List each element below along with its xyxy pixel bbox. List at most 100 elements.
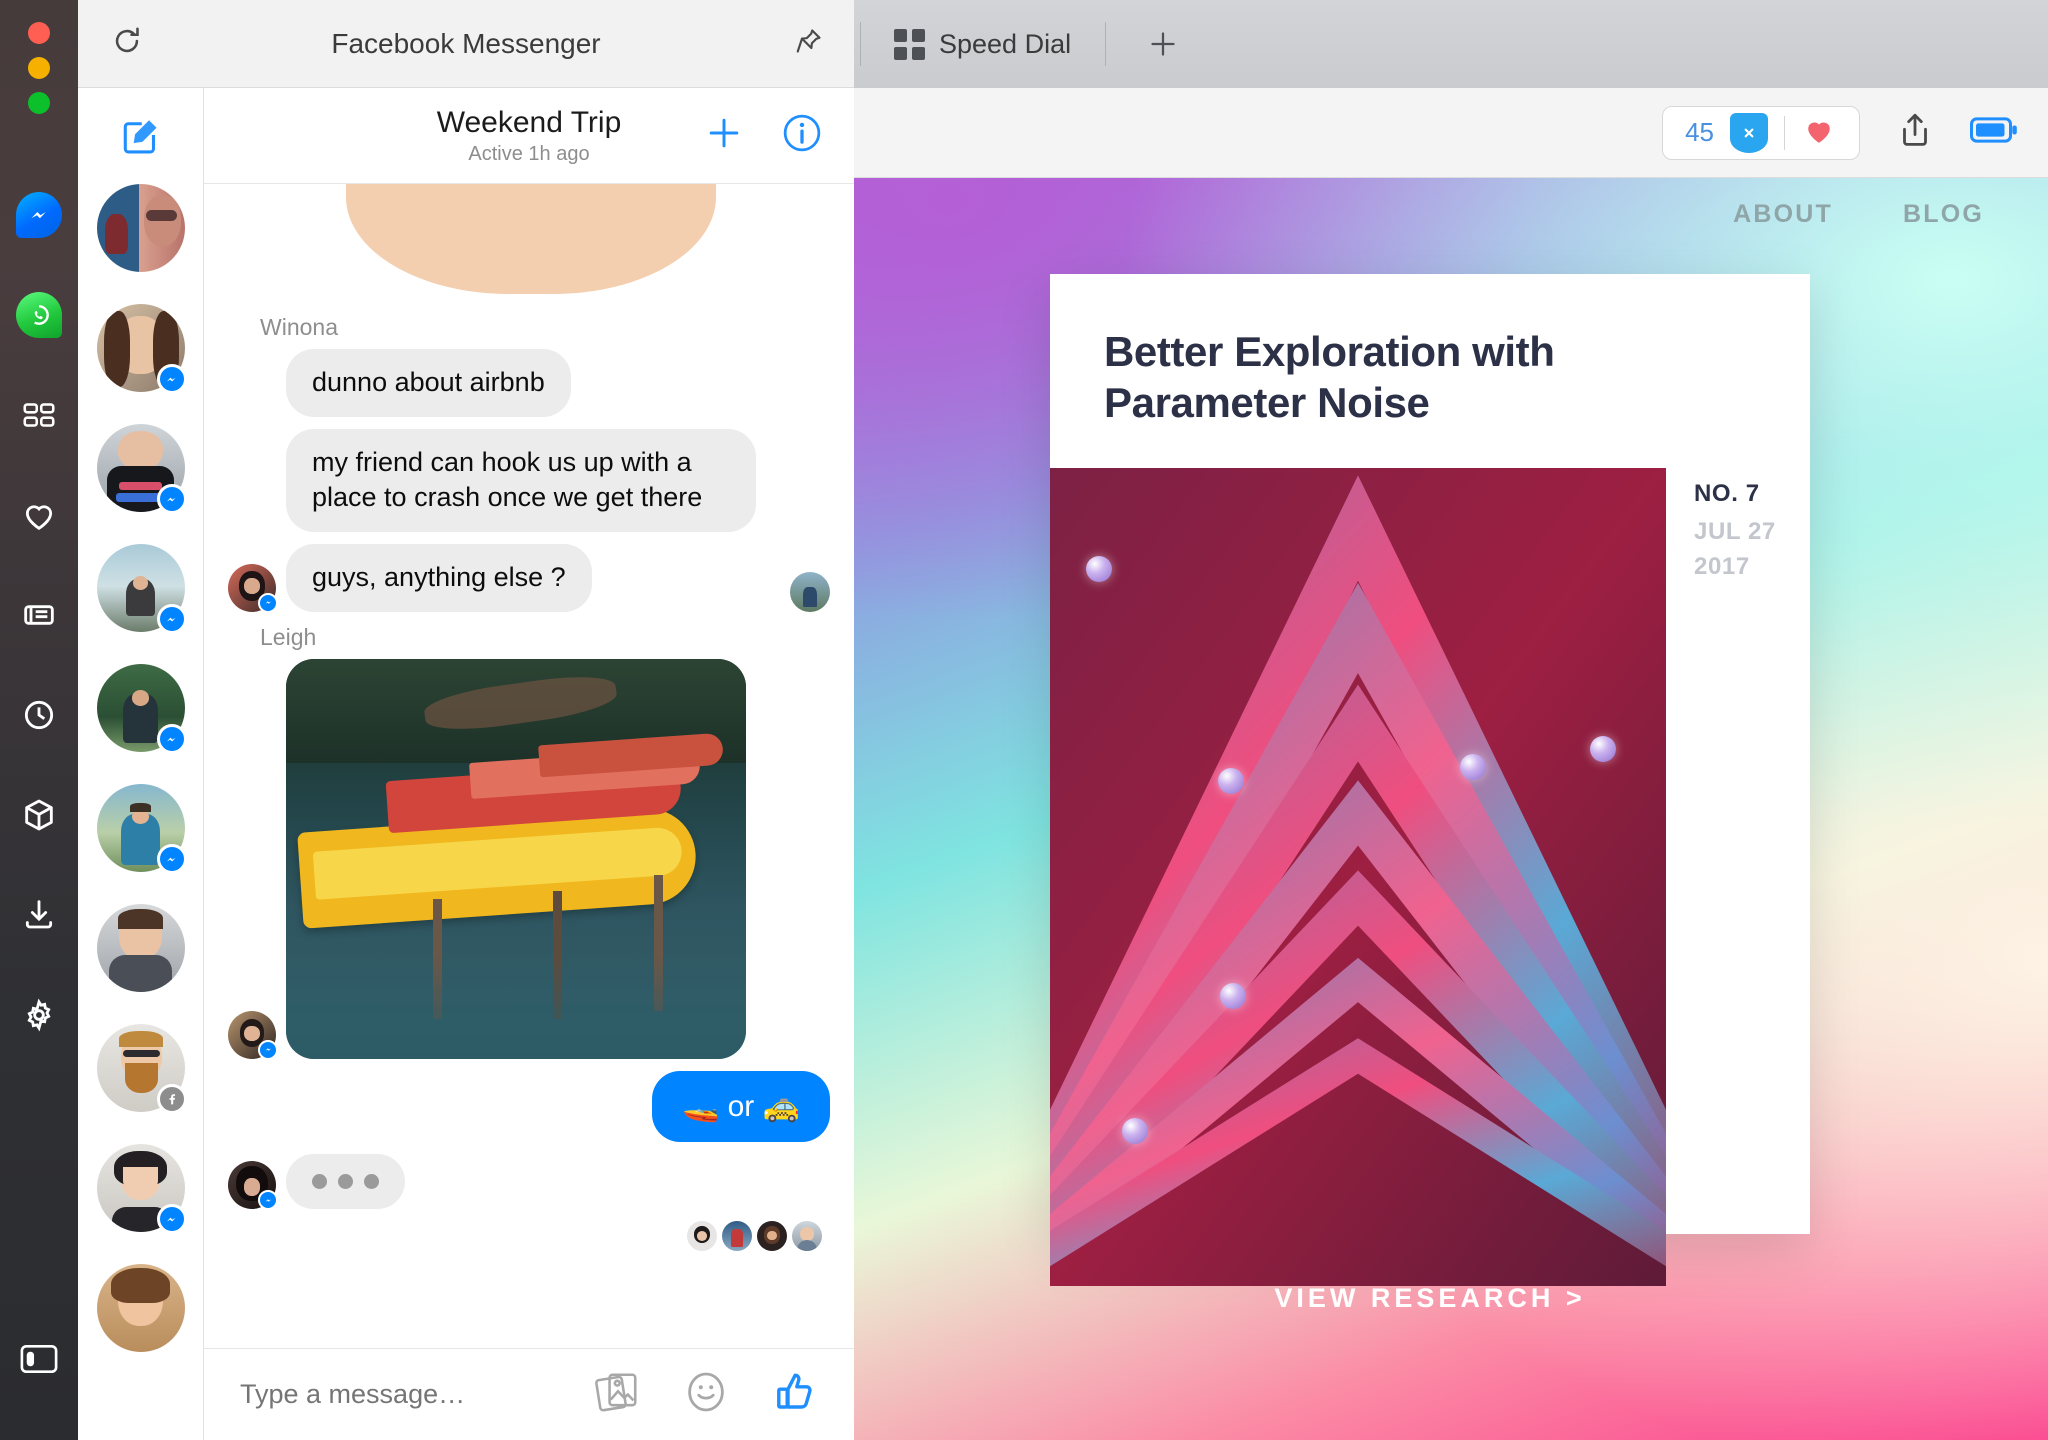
avatar bbox=[790, 571, 830, 612]
send-like-button[interactable] bbox=[770, 1368, 818, 1421]
message-row: guys, anything else ? bbox=[228, 543, 830, 613]
sidebar-item-messenger[interactable] bbox=[0, 176, 78, 254]
list-item[interactable] bbox=[96, 784, 187, 874]
list-item[interactable] bbox=[96, 184, 185, 272]
compose-icon bbox=[123, 120, 157, 154]
reload-icon bbox=[115, 27, 139, 53]
article-artwork bbox=[1050, 468, 1666, 1287]
sidebar-item-settings[interactable] bbox=[0, 976, 78, 1054]
message-avatar bbox=[228, 1161, 278, 1211]
list-item[interactable] bbox=[96, 664, 187, 754]
message-input[interactable] bbox=[240, 1379, 594, 1410]
ad-blocker-icon[interactable] bbox=[1730, 112, 1768, 153]
list-item[interactable] bbox=[96, 544, 187, 634]
message-bubble-outgoing[interactable]: 🚤 or 🚕 bbox=[651, 1070, 830, 1143]
thumbs-up-icon bbox=[777, 1373, 812, 1409]
grid-icon bbox=[894, 28, 925, 60]
sidebar-item-speed-dial[interactable] bbox=[0, 376, 78, 454]
message-list[interactable]: Winona dunno about airbnb my friend can … bbox=[204, 184, 854, 1348]
smiley-icon bbox=[688, 1372, 724, 1412]
sidebar-item-history[interactable] bbox=[0, 676, 78, 754]
emoji-button[interactable] bbox=[682, 1368, 730, 1421]
article-date-line-1: JUL 27 bbox=[1694, 518, 1776, 546]
messenger-panel-title: Facebook Messenger bbox=[331, 27, 601, 59]
photo-message[interactable] bbox=[286, 658, 746, 1059]
message-row: my friend can hook us up with a place to… bbox=[228, 428, 830, 532]
blocked-ads-count: 45 bbox=[1685, 117, 1714, 147]
pin-icon bbox=[796, 29, 821, 53]
messenger-badge bbox=[156, 844, 187, 874]
new-tab-button[interactable] bbox=[1105, 0, 1221, 88]
chevron-stripes bbox=[1050, 468, 1666, 1287]
add-people-button[interactable] bbox=[702, 111, 746, 160]
window-zoom-button[interactable] bbox=[28, 92, 50, 114]
download-icon bbox=[25, 900, 53, 929]
list-item[interactable] bbox=[96, 1264, 185, 1352]
grid-icon bbox=[23, 403, 55, 427]
seen-by-avatars bbox=[228, 1221, 830, 1252]
sidebar-item-whatsapp[interactable] bbox=[0, 276, 78, 354]
message-bubble[interactable]: my friend can hook us up with a place to… bbox=[286, 428, 756, 532]
sidebar-item-news[interactable] bbox=[0, 576, 78, 654]
contacts-list[interactable] bbox=[78, 88, 204, 1440]
article-title: Better Exploration with Parameter Noise bbox=[1104, 328, 1555, 427]
sticker-message bbox=[228, 184, 830, 304]
plus-icon bbox=[709, 118, 739, 148]
avatar bbox=[757, 1221, 787, 1252]
messenger-badge bbox=[258, 1039, 278, 1060]
news-icon bbox=[24, 605, 54, 625]
cube-icon bbox=[25, 799, 53, 831]
sidebar-item-downloads[interactable] bbox=[0, 876, 78, 954]
tab-speed-dial[interactable]: Speed Dial bbox=[860, 0, 1105, 88]
clock-icon bbox=[24, 700, 54, 730]
sidebar-toggle-button[interactable] bbox=[0, 1320, 78, 1398]
message-avatar bbox=[228, 1010, 278, 1060]
browser-toolbar: 45 bbox=[854, 88, 2048, 178]
share-button[interactable] bbox=[1894, 109, 1936, 156]
article-card[interactable]: Better Exploration with Parameter Noise bbox=[1050, 274, 1810, 1287]
article-meta: NO. 7 JUL 27 2017 bbox=[1666, 468, 1776, 1286]
messenger-badge bbox=[258, 592, 278, 613]
list-item[interactable] bbox=[96, 1144, 187, 1234]
messenger-badge bbox=[156, 484, 187, 514]
web-page: ABOUT BLOG Better Exploration with Param… bbox=[854, 178, 2048, 1440]
battery-saver-button[interactable] bbox=[1970, 115, 2018, 150]
tab-strip: Speed Dial bbox=[854, 0, 2048, 88]
avatar bbox=[687, 1221, 717, 1252]
list-item[interactable] bbox=[96, 904, 185, 992]
message-composer bbox=[204, 1348, 854, 1440]
list-item[interactable] bbox=[96, 424, 187, 514]
messenger-icon bbox=[16, 192, 62, 238]
plus-icon bbox=[1151, 32, 1175, 56]
facebook-badge bbox=[156, 1084, 187, 1114]
nav-link-blog[interactable]: BLOG bbox=[1903, 200, 1984, 229]
messenger-panel-titlebar: Facebook Messenger bbox=[78, 0, 854, 88]
heart-icon[interactable] bbox=[1801, 113, 1837, 152]
sidebar-item-extensions[interactable] bbox=[0, 776, 78, 854]
list-item[interactable] bbox=[96, 304, 187, 394]
reload-button[interactable] bbox=[110, 24, 144, 63]
messenger-badge bbox=[156, 724, 187, 754]
message-bubble[interactable]: guys, anything else ? bbox=[286, 543, 592, 612]
message-bubble[interactable]: dunno about airbnb bbox=[286, 349, 571, 417]
window-minimize-button[interactable] bbox=[28, 57, 50, 79]
photo-icon bbox=[595, 1373, 637, 1412]
pin-panel-button[interactable] bbox=[794, 26, 824, 61]
messenger-badge bbox=[156, 1204, 187, 1234]
send-photo-button[interactable] bbox=[594, 1370, 642, 1419]
avatar bbox=[792, 1221, 822, 1252]
view-research-link[interactable]: VIEW RESEARCH > bbox=[1050, 1283, 1810, 1314]
info-icon bbox=[783, 114, 821, 152]
messenger-badge bbox=[156, 364, 187, 394]
nav-link-about[interactable]: ABOUT bbox=[1733, 200, 1833, 229]
compose-message-button[interactable] bbox=[78, 88, 203, 184]
list-item[interactable] bbox=[96, 1024, 187, 1114]
avatar bbox=[722, 1221, 752, 1252]
sidebar-item-bookmarks[interactable] bbox=[0, 476, 78, 554]
conversation-pane: Weekend Trip Active 1h ago Winona dunno … bbox=[204, 88, 854, 1440]
window-close-button[interactable] bbox=[28, 22, 50, 44]
tab-title: Speed Dial bbox=[939, 28, 1072, 59]
message-avatar bbox=[228, 563, 278, 613]
conversation-info-button[interactable] bbox=[780, 111, 824, 160]
message-sender-name: Leigh bbox=[260, 623, 317, 650]
